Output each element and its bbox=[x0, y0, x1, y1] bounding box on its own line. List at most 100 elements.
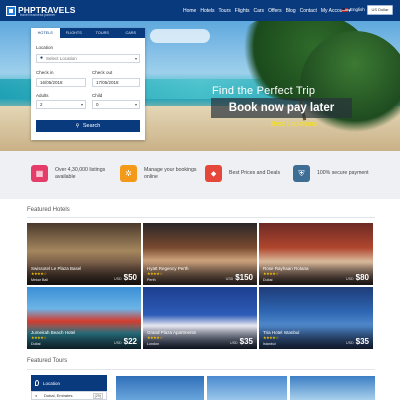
top-navbar: PHPTRAVELS travel business partner Home … bbox=[0, 0, 400, 21]
featured-tours-title: Featured Tours bbox=[27, 358, 68, 364]
us-flag-icon bbox=[342, 7, 348, 12]
tour-location-name: Dubai, Emirates bbox=[44, 393, 73, 398]
search-button[interactable]: ⚲ Search bbox=[36, 120, 140, 132]
chevron-down-icon: ▾ bbox=[80, 102, 83, 107]
hero-tagline: Best Locations bbox=[271, 121, 317, 128]
checkout-label: Check out bbox=[92, 70, 113, 75]
hotel-price-value: $150 bbox=[235, 273, 253, 282]
tab-hotels[interactable]: HOTELS bbox=[31, 28, 60, 38]
feature-manage: ✲ Manage your bookings online bbox=[120, 165, 199, 182]
hotel-stars: ★★★★☆ bbox=[31, 335, 47, 340]
hotel-stars: ★★★★☆ bbox=[147, 335, 163, 340]
hotel-price: USD $80 bbox=[346, 273, 369, 282]
nav-cars[interactable]: Cars bbox=[254, 8, 265, 14]
map-pin-icon: ● bbox=[40, 55, 44, 61]
logo-tagline: travel business partner bbox=[20, 13, 56, 17]
checkin-input[interactable]: 16/05/2018 bbox=[36, 78, 86, 87]
tour-image[interactable] bbox=[207, 376, 287, 400]
hotel-currency: USD bbox=[346, 277, 354, 281]
nav-tours[interactable]: Tours bbox=[219, 8, 231, 14]
hotel-price: USD $50 bbox=[114, 273, 137, 282]
gear-icon: ✲ bbox=[120, 165, 137, 182]
child-value: 0 bbox=[96, 102, 99, 107]
tour-location-label: Location bbox=[43, 381, 61, 386]
map-pin-icon: ● bbox=[35, 393, 38, 398]
currency-select[interactable]: US Dollar bbox=[367, 5, 393, 15]
search-tabs: HOTELS FLIGHTS TOURS CARS bbox=[31, 28, 145, 38]
language-label: English bbox=[350, 7, 365, 12]
child-select[interactable]: 0 ▾ bbox=[92, 100, 140, 109]
nav-flights[interactable]: Flights bbox=[235, 8, 250, 14]
hotel-price-value: $80 bbox=[355, 273, 369, 282]
adults-label: Adults bbox=[36, 93, 49, 98]
feature-text: Manage your bookings online bbox=[144, 167, 197, 180]
location-label: Location bbox=[36, 45, 54, 50]
checkout-input[interactable]: 17/05/2018 bbox=[92, 78, 140, 87]
feature-text: 100% secure payment bbox=[317, 170, 369, 177]
adults-value: 2 bbox=[40, 102, 43, 107]
feature-prices: ⬥ Best Prices and Deals bbox=[205, 165, 284, 182]
hotel-location: London bbox=[147, 342, 159, 346]
hero-cloud bbox=[150, 29, 210, 43]
search-icon: ⚲ bbox=[75, 123, 80, 129]
nav-contact[interactable]: Contact bbox=[300, 8, 317, 14]
chevron-down-icon: ▾ bbox=[134, 56, 137, 61]
flag-icon bbox=[35, 380, 39, 386]
hero-headline: Find the Perfect Trip bbox=[212, 85, 316, 97]
hotel-location: Perth bbox=[147, 278, 156, 282]
hotel-currency: USD bbox=[230, 341, 238, 345]
hotel-location: Istanbul bbox=[263, 342, 276, 346]
hotel-stars: ★★★★☆ bbox=[263, 271, 279, 276]
location-input[interactable]: ● Select Location ▾ bbox=[36, 54, 140, 63]
hotel-price-value: $35 bbox=[355, 337, 369, 346]
logo-mark-icon bbox=[6, 5, 16, 16]
hotel-card[interactable]: Hyatt Regency Perth ★★★★☆ Perth USD $150 bbox=[143, 223, 257, 285]
hotel-stars: ★★★★☆ bbox=[147, 271, 163, 276]
tour-image[interactable] bbox=[290, 376, 375, 400]
section-divider bbox=[27, 369, 375, 370]
nav-hotels[interactable]: Hotels bbox=[200, 8, 214, 14]
building-icon: ▦ bbox=[31, 165, 48, 182]
tab-cars[interactable]: CARS bbox=[116, 28, 145, 38]
hotel-card[interactable]: Rose Rayhaan Rotana ★★★★☆ Dubai USD $80 bbox=[259, 223, 373, 285]
main-nav: Home Hotels Tours Flights Cars Offers Bl… bbox=[183, 0, 351, 21]
hotel-price: USD $35 bbox=[230, 337, 253, 346]
hotel-price: USD $150 bbox=[226, 273, 253, 282]
site-logo[interactable]: PHPTRAVELS travel business partner bbox=[6, 3, 76, 18]
tour-image[interactable] bbox=[116, 376, 204, 400]
nav-blog[interactable]: Blog bbox=[286, 8, 296, 14]
hotel-card[interactable]: Jumeirah Beach Hotel ★★★★☆ Dubai USD $22 bbox=[27, 287, 141, 349]
feature-secure: ⛨ 100% secure payment bbox=[293, 165, 372, 182]
hotel-card[interactable]: Swissotel Le Plaza Basel ★★★★☆ Mekar Bal… bbox=[27, 223, 141, 285]
hotel-price: USD $35 bbox=[346, 337, 369, 346]
hotel-price-value: $22 bbox=[123, 337, 137, 346]
checkin-label: Check in bbox=[36, 70, 54, 75]
tab-flights[interactable]: FLIGHTS bbox=[59, 28, 88, 38]
shield-icon: ⛨ bbox=[293, 165, 310, 182]
hotel-card[interactable]: Grand Plaza Apartments ★★★★☆ London USD $… bbox=[143, 287, 257, 349]
adults-select[interactable]: 2 ▾ bbox=[36, 100, 86, 109]
search-panel: HOTELS FLIGHTS TOURS CARS Location ● Sel… bbox=[31, 28, 145, 140]
hero-cta: Book now pay later bbox=[211, 98, 352, 118]
tag-icon: ⬥ bbox=[205, 165, 222, 182]
hotel-price-value: $35 bbox=[239, 337, 253, 346]
hotel-location: Mekar Bali bbox=[31, 278, 48, 282]
language-selector[interactable]: English bbox=[342, 7, 365, 12]
tour-location-count: (29) bbox=[92, 393, 103, 399]
hotel-stars: ★★★★☆ bbox=[31, 271, 47, 276]
feature-listings: ▦ Over 4,30,000 listings available bbox=[31, 165, 110, 182]
child-label: Child bbox=[92, 93, 103, 98]
nav-offers[interactable]: Offers bbox=[268, 8, 282, 14]
featured-hotels-title: Featured Hotels bbox=[27, 207, 70, 213]
hotel-currency: USD bbox=[114, 277, 122, 281]
hotel-currency: USD bbox=[346, 341, 354, 345]
nav-home[interactable]: Home bbox=[183, 8, 196, 14]
tab-tours[interactable]: TOURS bbox=[88, 28, 117, 38]
feature-text: Best Prices and Deals bbox=[229, 170, 281, 177]
hotel-currency: USD bbox=[114, 341, 122, 345]
hotel-price-value: $50 bbox=[123, 273, 137, 282]
hotel-location: Dubai bbox=[31, 342, 41, 346]
section-divider bbox=[27, 217, 375, 218]
tour-location-item[interactable]: ● Dubai, Emirates (29) bbox=[31, 391, 107, 400]
hotel-card[interactable]: Tria Hotel Istanbul ★★★★☆ Istanbul USD $3… bbox=[259, 287, 373, 349]
